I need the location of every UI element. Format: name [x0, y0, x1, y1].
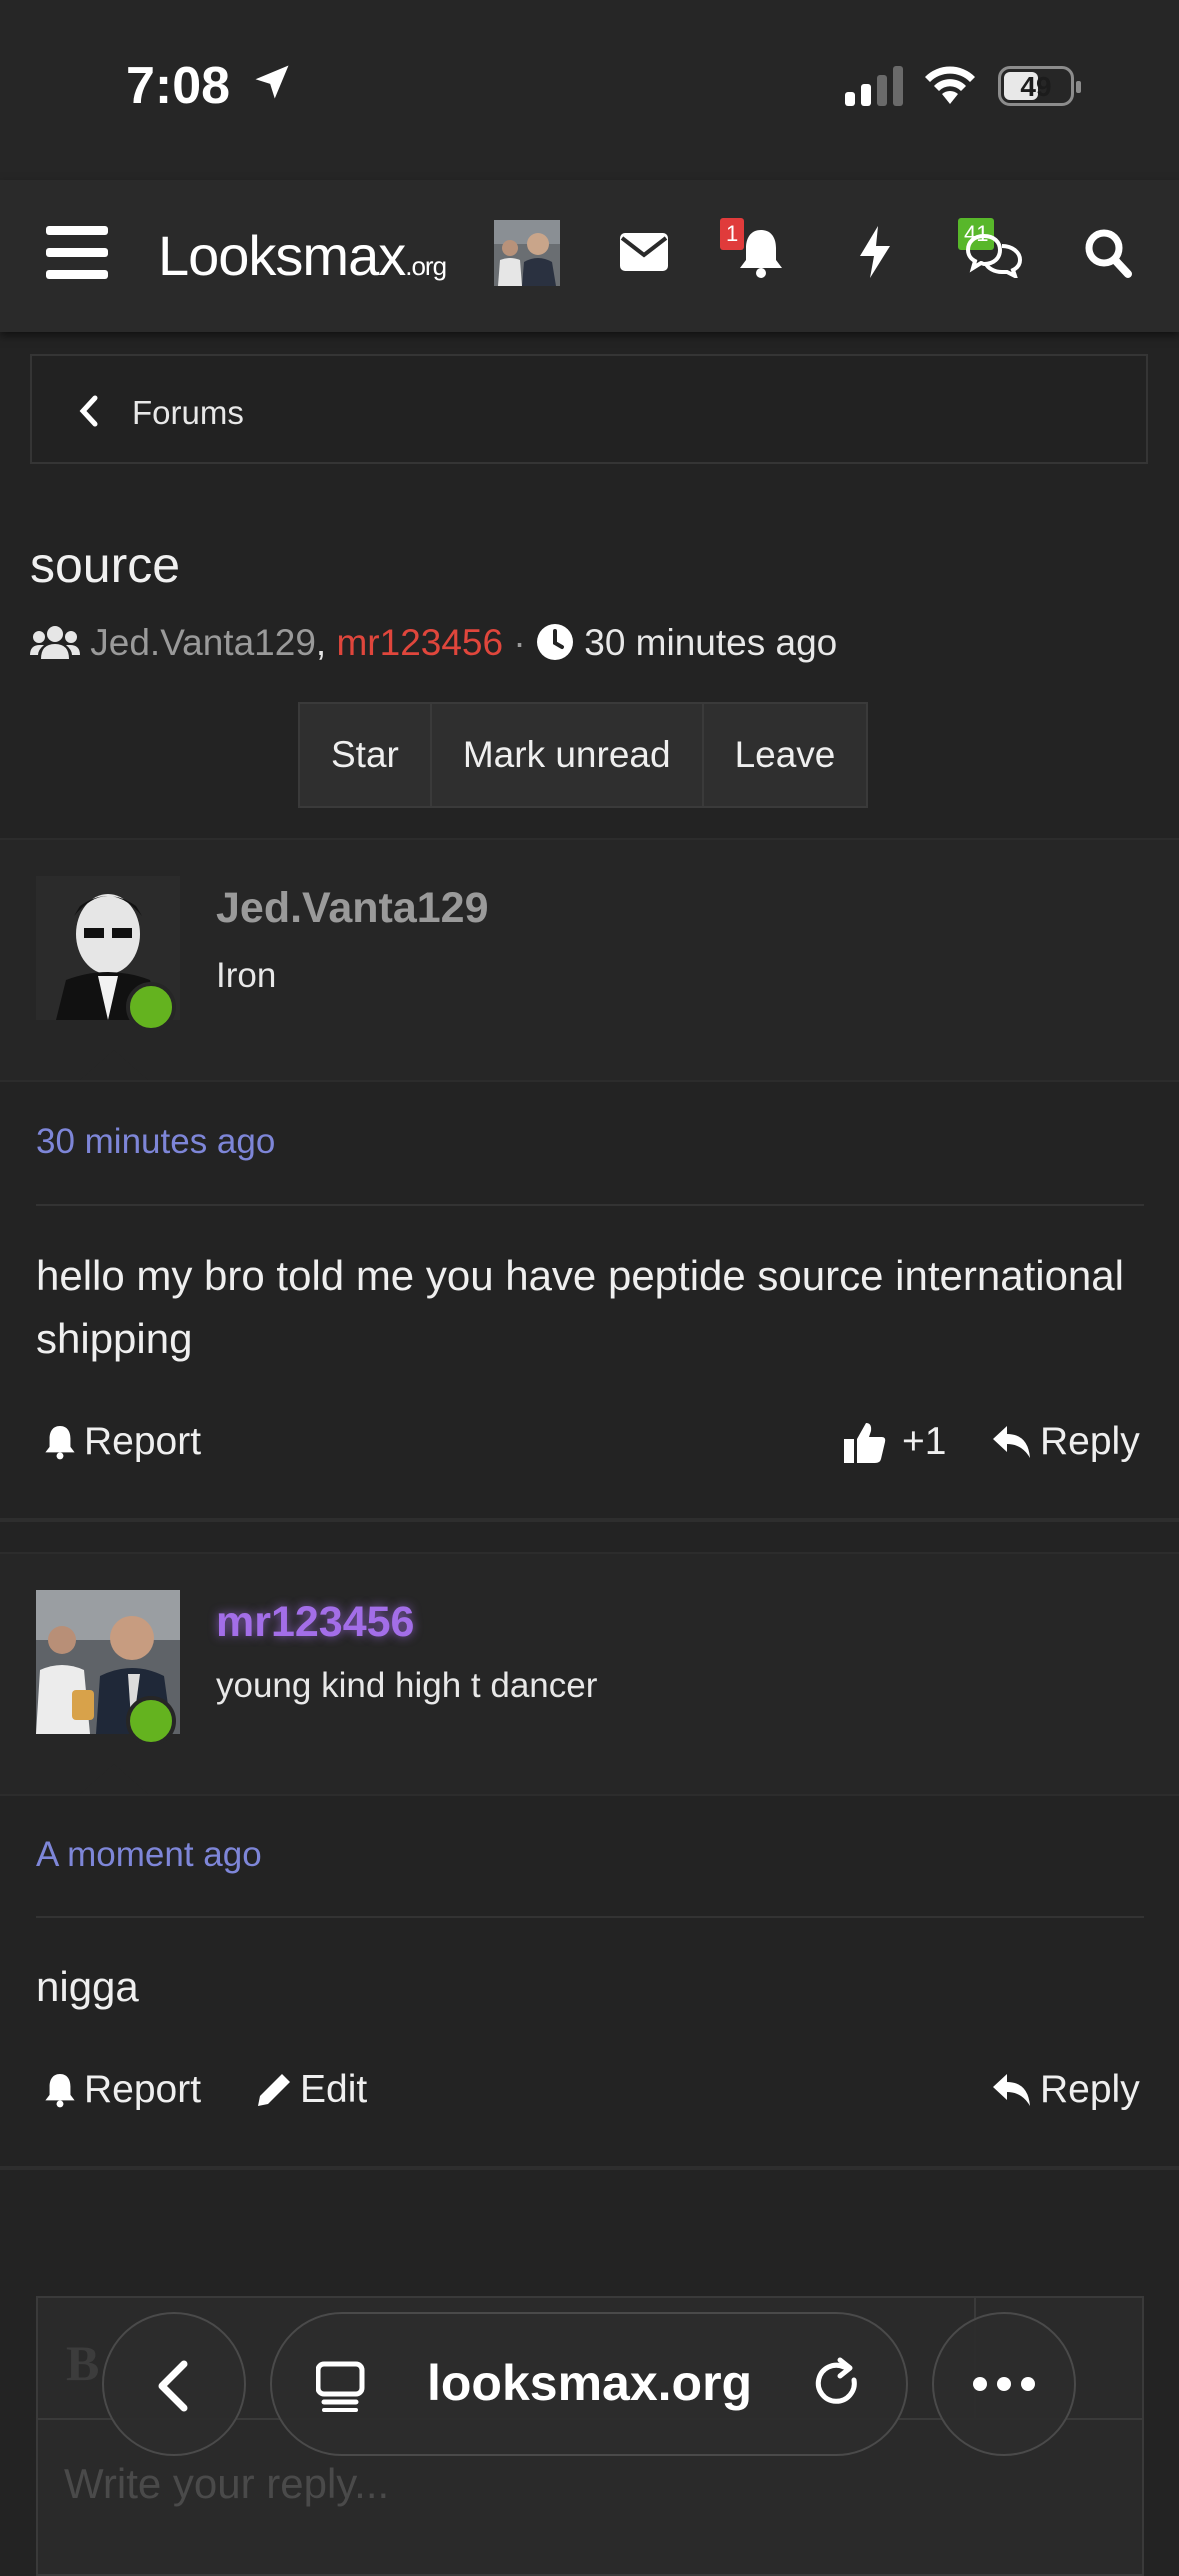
site-logo[interactable]: Looksmax.org	[158, 223, 447, 288]
divider	[36, 1916, 1144, 1918]
bell-icon	[45, 1426, 75, 1460]
pencil-icon	[258, 2074, 290, 2106]
reload-icon[interactable]	[810, 2356, 866, 2412]
search-icon[interactable]	[1084, 228, 1132, 278]
status-bar: 7:08 49	[0, 0, 1179, 180]
browser-url: looksmax.org	[427, 2355, 753, 2411]
reply-button[interactable]: Reply	[992, 1420, 1140, 1464]
divider	[0, 1518, 1179, 1522]
battery-level: 49	[1020, 71, 1052, 102]
status-time: 7:08	[126, 57, 231, 115]
online-indicator	[126, 982, 176, 1032]
browser-back-button[interactable]	[102, 2312, 246, 2456]
like-button[interactable]: +1	[844, 1420, 946, 1464]
reply-input[interactable]: Write your reply...	[64, 2460, 389, 2508]
logo-text: Looksmax	[158, 224, 406, 287]
conversation-start-time: 30 minutes ago	[584, 622, 838, 663]
message-pointer	[80, 1764, 148, 1794]
divider	[0, 1794, 1179, 1796]
chevron-left-icon	[158, 2360, 188, 2412]
message-user-header: mr123456 young kind high t dancer	[0, 1554, 1179, 1794]
breadcrumb[interactable]: Forums	[30, 354, 1148, 464]
participant-link[interactable]: mr123456	[336, 622, 503, 663]
reply-label: Reply	[1040, 2068, 1140, 2111]
cellular-signal-icon	[845, 66, 903, 106]
conversation-meta: Jed.Vanta129, mr123456 · 30 minutes ago	[30, 622, 837, 664]
chevron-left-icon	[79, 395, 98, 427]
report-label: Report	[84, 1420, 202, 1463]
browser-address-bar[interactable]: looksmax.org	[270, 2312, 908, 2456]
wifi-icon	[925, 66, 975, 104]
message-body: hello my bro told me you have peptide so…	[36, 1252, 1124, 1362]
star-button[interactable]: Star	[300, 704, 432, 806]
menu-icon[interactable]	[46, 226, 108, 280]
participant-link[interactable]: Jed.Vanta129	[90, 622, 316, 663]
bell-icon	[45, 2074, 75, 2108]
site-navbar: Looksmax.org 1 41	[0, 180, 1179, 332]
message-time[interactable]: A moment ago	[36, 1835, 262, 1875]
mark-unread-button[interactable]: Mark unread	[431, 704, 704, 806]
more-dots-icon	[973, 2377, 1035, 2391]
clock-icon	[536, 624, 573, 660]
edit-button[interactable]: Edit	[256, 2068, 367, 2112]
tabs-icon	[316, 2361, 365, 2412]
users-icon	[30, 626, 80, 659]
thumbs-up-icon	[844, 1423, 886, 1463]
message-pointer	[80, 1050, 148, 1080]
bell-icon[interactable]	[738, 228, 784, 278]
reply-arrow-icon	[993, 2074, 1030, 2106]
editor-format-icon[interactable]: B	[66, 2334, 99, 2392]
meta-dot: ·	[513, 622, 526, 663]
lightning-icon[interactable]	[858, 226, 892, 278]
user-avatar-button[interactable]	[494, 220, 560, 286]
reply-button[interactable]: Reply	[992, 2068, 1140, 2112]
online-indicator	[126, 1696, 176, 1746]
logo-suffix: .org	[405, 251, 447, 281]
report-button[interactable]: Report	[44, 1420, 201, 1464]
leave-button[interactable]: Leave	[703, 704, 867, 806]
divider	[36, 1204, 1144, 1206]
browser-more-button[interactable]	[932, 2312, 1076, 2456]
envelope-icon[interactable]	[620, 233, 668, 271]
divider	[0, 2166, 1179, 2170]
reply-label: Reply	[1040, 1420, 1140, 1463]
message-user-title: young kind high t dancer	[216, 1666, 598, 1705]
conversation-actions: Star Mark unread Leave	[298, 702, 869, 808]
report-label: Report	[84, 2068, 202, 2111]
breadcrumb-label: Forums	[132, 394, 244, 431]
reply-arrow-icon	[993, 1426, 1030, 1458]
message-user-header: Jed.Vanta129 Iron	[0, 840, 1179, 1080]
location-arrow-icon	[255, 65, 289, 99]
edit-label: Edit	[300, 2068, 368, 2111]
divider	[0, 1080, 1179, 1082]
message-body: nigga	[36, 1963, 139, 2010]
message-username[interactable]: mr123456	[216, 1598, 414, 1647]
message-user-title: Iron	[216, 956, 277, 995]
like-count: +1	[902, 1420, 947, 1463]
participant-separator: ,	[315, 622, 327, 663]
conversations-icon[interactable]	[966, 230, 1022, 278]
battery-icon: 49	[998, 66, 1081, 106]
message-username[interactable]: Jed.Vanta129	[216, 884, 489, 933]
conversation-title: source	[30, 537, 181, 593]
report-button[interactable]: Report	[44, 2068, 201, 2112]
message-time[interactable]: 30 minutes ago	[36, 1122, 275, 1162]
